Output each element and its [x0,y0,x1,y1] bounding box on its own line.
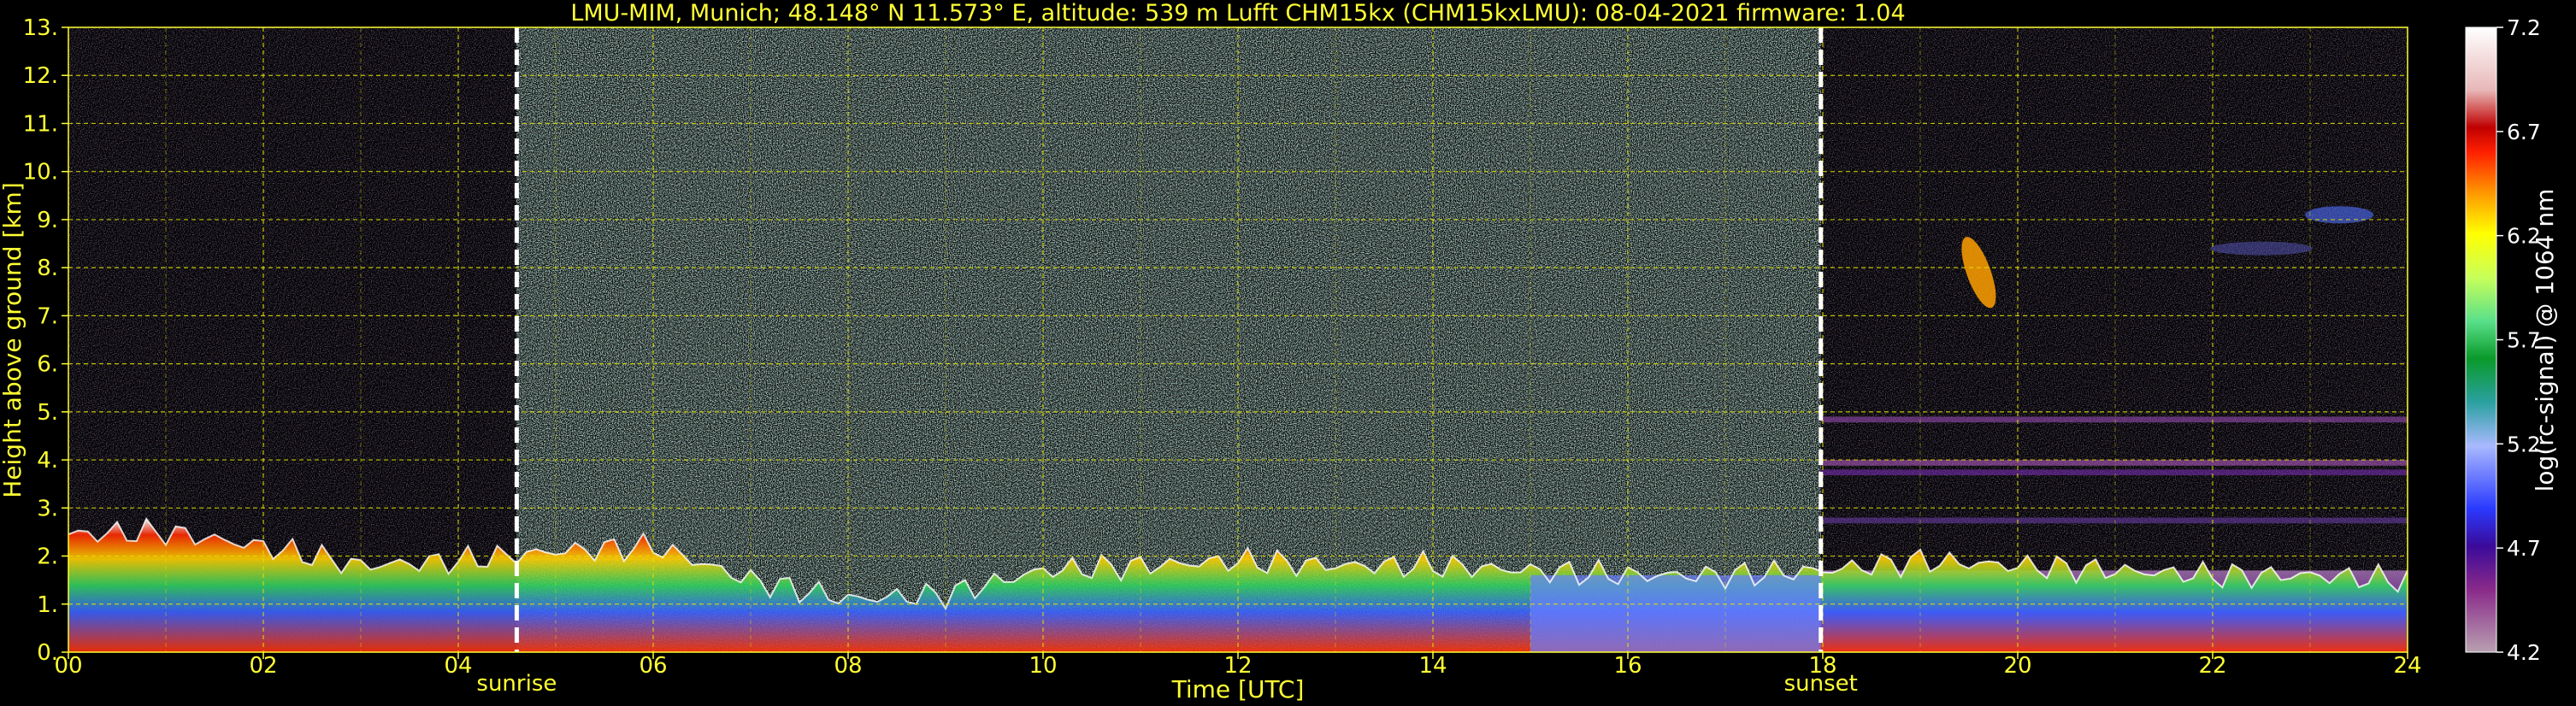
x-tick-label: 00 [54,653,82,679]
y-tick-label: 5. [37,400,58,426]
colorbar-tick-label: 6.7 [2507,120,2541,144]
x-tick-label: 16 [1613,653,1642,679]
residual-layer-3 [1820,416,2408,423]
x-tick-label: 10 [1029,653,1057,679]
y-tick-label: 11. [23,111,58,137]
y-tick-label: 10. [23,160,58,185]
y-axis-label: Height above ground [km] [0,182,27,498]
x-tick-label: 18 [1808,653,1836,679]
afternoon-mixed-layer [1530,575,1821,652]
y-tick-label: 2. [37,544,58,570]
x-tick-label: 04 [444,653,472,679]
residual-layer-1 [1820,460,2408,466]
y-tick-label: 3. [37,496,58,521]
y-tick-label: 4. [37,448,58,474]
x-tick-label: 20 [2003,653,2031,679]
colorbar: 4.24.75.25.76.26.77.2 log(rc-signal) @ 1… [2465,15,2559,665]
y-tick-label: 9. [37,208,58,233]
residual-layer-2 [1820,469,2408,476]
y-tick-label: 1. [37,592,58,618]
y-tick-label: 7. [37,303,58,329]
residual-layer-4 [1820,517,2408,524]
ceilometer-chart: sunrise sunset 0.1.2.3.4.5.6.7.8.9.10.11.… [0,0,2559,703]
chart-title: LMU-MIM, Munich; 48.148° N 11.573° E, al… [570,0,1905,26]
colorbar-gradient [2465,26,2497,653]
cirrus-cloud-3 [2210,241,2313,256]
x-tick-label: 02 [249,653,277,679]
colorbar-tick-label: 4.7 [2507,536,2541,561]
marker-label-sunrise: sunrise [476,671,557,697]
colorbar-label: log(rc-signal) @ 1064 nm [2531,189,2559,492]
x-tick-label: 22 [2198,653,2226,679]
colorbar-tick-label: 7.2 [2507,15,2541,40]
x-tick-label: 14 [1418,653,1447,679]
x-tick-label: 24 [2393,653,2421,679]
cirrus-cloud-2 [2305,206,2374,224]
x-axis-label: Time [UTC] [1171,675,1305,703]
y-tick-label: 6. [37,352,58,378]
y-axis-ticks: 0.1.2.3.4.5.6.7.8.9.10.11.12.13. [23,15,68,666]
y-tick-label: 8. [37,256,58,281]
x-tick-label: 08 [834,653,862,679]
colorbar-tick-label: 4.2 [2507,640,2541,665]
x-tick-label: 06 [639,653,667,679]
y-tick-label: 12. [23,63,58,89]
y-tick-label: 13. [23,15,58,41]
night-noise-region-evening [1820,27,2408,652]
